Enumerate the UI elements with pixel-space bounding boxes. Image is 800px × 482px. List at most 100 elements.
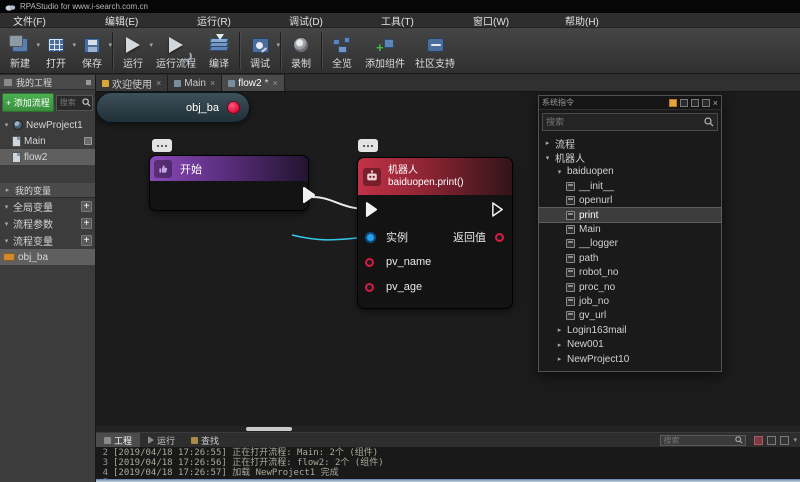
palette-item-main[interactable]: Main (539, 222, 721, 236)
variable-output-port[interactable] (227, 101, 240, 114)
variables-group-flow[interactable]: ▾ 流程变量 + (0, 232, 95, 249)
add-flow-param-button[interactable]: + (81, 218, 92, 229)
palette-item-logger[interactable]: __logger (539, 237, 721, 251)
expand-arrow-icon[interactable]: ▸ (556, 326, 563, 334)
palette-item-baiduopen[interactable]: ▾ baiduopen (539, 165, 721, 179)
variables-group-params[interactable]: ▾ 流程参数 + (0, 215, 95, 232)
console-tab-find[interactable]: 查找 (183, 433, 227, 447)
add-component-button[interactable]: + 添加组件 (360, 29, 410, 72)
expand-arrow-icon[interactable]: ▾ (3, 203, 10, 211)
palette-item-openurl[interactable]: openurl (539, 194, 721, 208)
variable-item-obj-ba[interactable]: obj_ba (0, 249, 95, 265)
add-global-variable-button[interactable]: + (81, 201, 92, 212)
project-tree-item-newproject1[interactable]: ▾ NewProject1 (0, 117, 95, 133)
console-search-input[interactable] (663, 436, 735, 445)
more-options-icon[interactable]: ▾ (793, 436, 797, 444)
palette-item-print[interactable]: print (539, 208, 721, 222)
add-flow-button[interactable]: + 添加流程 (2, 93, 54, 112)
robot-node[interactable]: 机器人 baiduopen.print() 实例 返回值 (358, 158, 512, 308)
variables-arrow-icon[interactable]: ▸ (4, 186, 11, 194)
palette-item-login163mail[interactable]: ▸ Login163mail (539, 323, 721, 337)
pv-name-input-port[interactable] (365, 258, 374, 267)
expand-arrow-icon[interactable]: ▾ (3, 237, 10, 245)
variables-group-global[interactable]: ▾ 全局变量 + (0, 198, 95, 215)
project-tree-item-flow2[interactable]: flow2 (0, 149, 95, 165)
save-button[interactable]: 保存 ▾ (74, 29, 110, 72)
expand-arrow-icon[interactable]: ▾ (3, 121, 10, 129)
palette-search-input[interactable] (546, 117, 704, 127)
record-button[interactable]: 录制 (283, 29, 319, 72)
exec-input-port[interactable] (365, 202, 378, 217)
palette-item-proc-no[interactable]: proc_no (539, 280, 721, 294)
compile-button[interactable]: 编译 (201, 29, 237, 72)
palette-item-job-no[interactable]: job_no (539, 294, 721, 308)
expand-arrow-icon[interactable]: ▾ (556, 168, 563, 176)
expand-arrow-icon[interactable]: ▸ (556, 341, 563, 349)
search-icon[interactable] (704, 117, 714, 127)
menu-window[interactable]: 窗口(W) (460, 13, 552, 28)
comment-bubble-icon[interactable] (152, 139, 172, 152)
return-output-port[interactable] (495, 233, 504, 242)
debug-button[interactable]: 调试 ▾ (242, 29, 278, 72)
debug-dropdown-icon[interactable]: ▾ (276, 41, 280, 49)
dock-right-icon[interactable] (691, 99, 699, 107)
float-window-icon[interactable] (702, 99, 710, 107)
copy-log-icon[interactable] (767, 436, 776, 445)
close-icon[interactable]: × (272, 78, 277, 88)
open-log-window-icon[interactable] (780, 436, 789, 445)
open-button[interactable]: 打开 ▾ (38, 29, 74, 72)
palette-item-robot-no[interactable]: robot_no (539, 266, 721, 280)
add-flow-variable-button[interactable]: + (81, 235, 92, 246)
search-icon[interactable] (82, 98, 91, 107)
pv-age-input-port[interactable] (365, 283, 374, 292)
log-output[interactable]: 2 [2019/04/18 17:26:55] 正在打开流程: Main: 2个… (96, 447, 800, 479)
comment-bubble-icon[interactable] (358, 139, 378, 152)
menu-help[interactable]: 帮助(H) (552, 13, 644, 28)
close-icon[interactable]: × (210, 78, 215, 88)
tab-welcome[interactable]: 欢迎使用 × (96, 75, 168, 91)
menu-tools[interactable]: 工具(T) (368, 13, 460, 28)
menu-file[interactable]: 文件(F) (0, 13, 92, 28)
console-tab-project[interactable]: 工程 (96, 433, 140, 447)
expand-arrow-icon[interactable]: ▸ (544, 139, 551, 147)
palette-item-flow[interactable]: ▸ 流程 (539, 136, 721, 150)
palette-item-newproject10[interactable]: ▸ NewProject10 (539, 352, 721, 366)
palette-item-path[interactable]: path (539, 251, 721, 265)
palette-item-new001[interactable]: ▸ New001 (539, 337, 721, 351)
palette-view-toggle-button[interactable] (669, 99, 677, 107)
search-icon[interactable] (735, 436, 743, 444)
expand-arrow-icon[interactable]: ▸ (556, 355, 563, 363)
scrollbar-thumb[interactable] (246, 427, 292, 431)
instance-input-port[interactable] (365, 232, 376, 243)
close-icon[interactable]: × (713, 99, 718, 107)
project-search-input[interactable] (60, 98, 82, 107)
community-button[interactable]: 社区支持 (410, 29, 460, 72)
exec-output-port[interactable] (302, 187, 316, 203)
palette-item-robot[interactable]: ▾ 机器人 (539, 150, 721, 164)
new-button[interactable]: 新建 ▾ (2, 29, 38, 72)
exec-output-port[interactable] (491, 202, 504, 217)
start-node[interactable]: 开始 (150, 156, 308, 210)
overview-button[interactable]: 全览 (324, 29, 360, 72)
tab-flow2[interactable]: flow2 * × (222, 75, 285, 91)
pin-icon[interactable] (86, 80, 91, 85)
tab-main[interactable]: Main × (168, 75, 222, 91)
save-dropdown-icon[interactable]: ▾ (108, 41, 112, 49)
menu-run[interactable]: 运行(R) (184, 13, 276, 28)
expand-arrow-icon[interactable]: ▾ (3, 220, 10, 228)
project-tree-item-main[interactable]: Main (0, 133, 95, 149)
run-flow-button[interactable]: 运行流程 (151, 29, 201, 72)
dock-left-icon[interactable] (680, 99, 688, 107)
palette-item-init[interactable]: __init__ (539, 179, 721, 193)
canvas-horizontal-scrollbar[interactable] (96, 426, 800, 432)
close-icon[interactable]: × (156, 78, 161, 88)
run-button[interactable]: 运行 ▾ (115, 29, 151, 72)
clear-log-icon[interactable] (754, 436, 763, 445)
menu-debug[interactable]: 调试(D) (276, 13, 368, 28)
expand-arrow-icon[interactable]: ▾ (544, 154, 551, 162)
console-tab-run[interactable]: 运行 (140, 433, 183, 447)
flow-canvas[interactable]: 开始 obj_ba (96, 92, 800, 432)
menu-edit[interactable]: 编辑(E) (92, 13, 184, 28)
variable-node-obj-ba[interactable]: obj_ba (96, 92, 250, 123)
palette-item-gv-url[interactable]: gv_url (539, 309, 721, 323)
